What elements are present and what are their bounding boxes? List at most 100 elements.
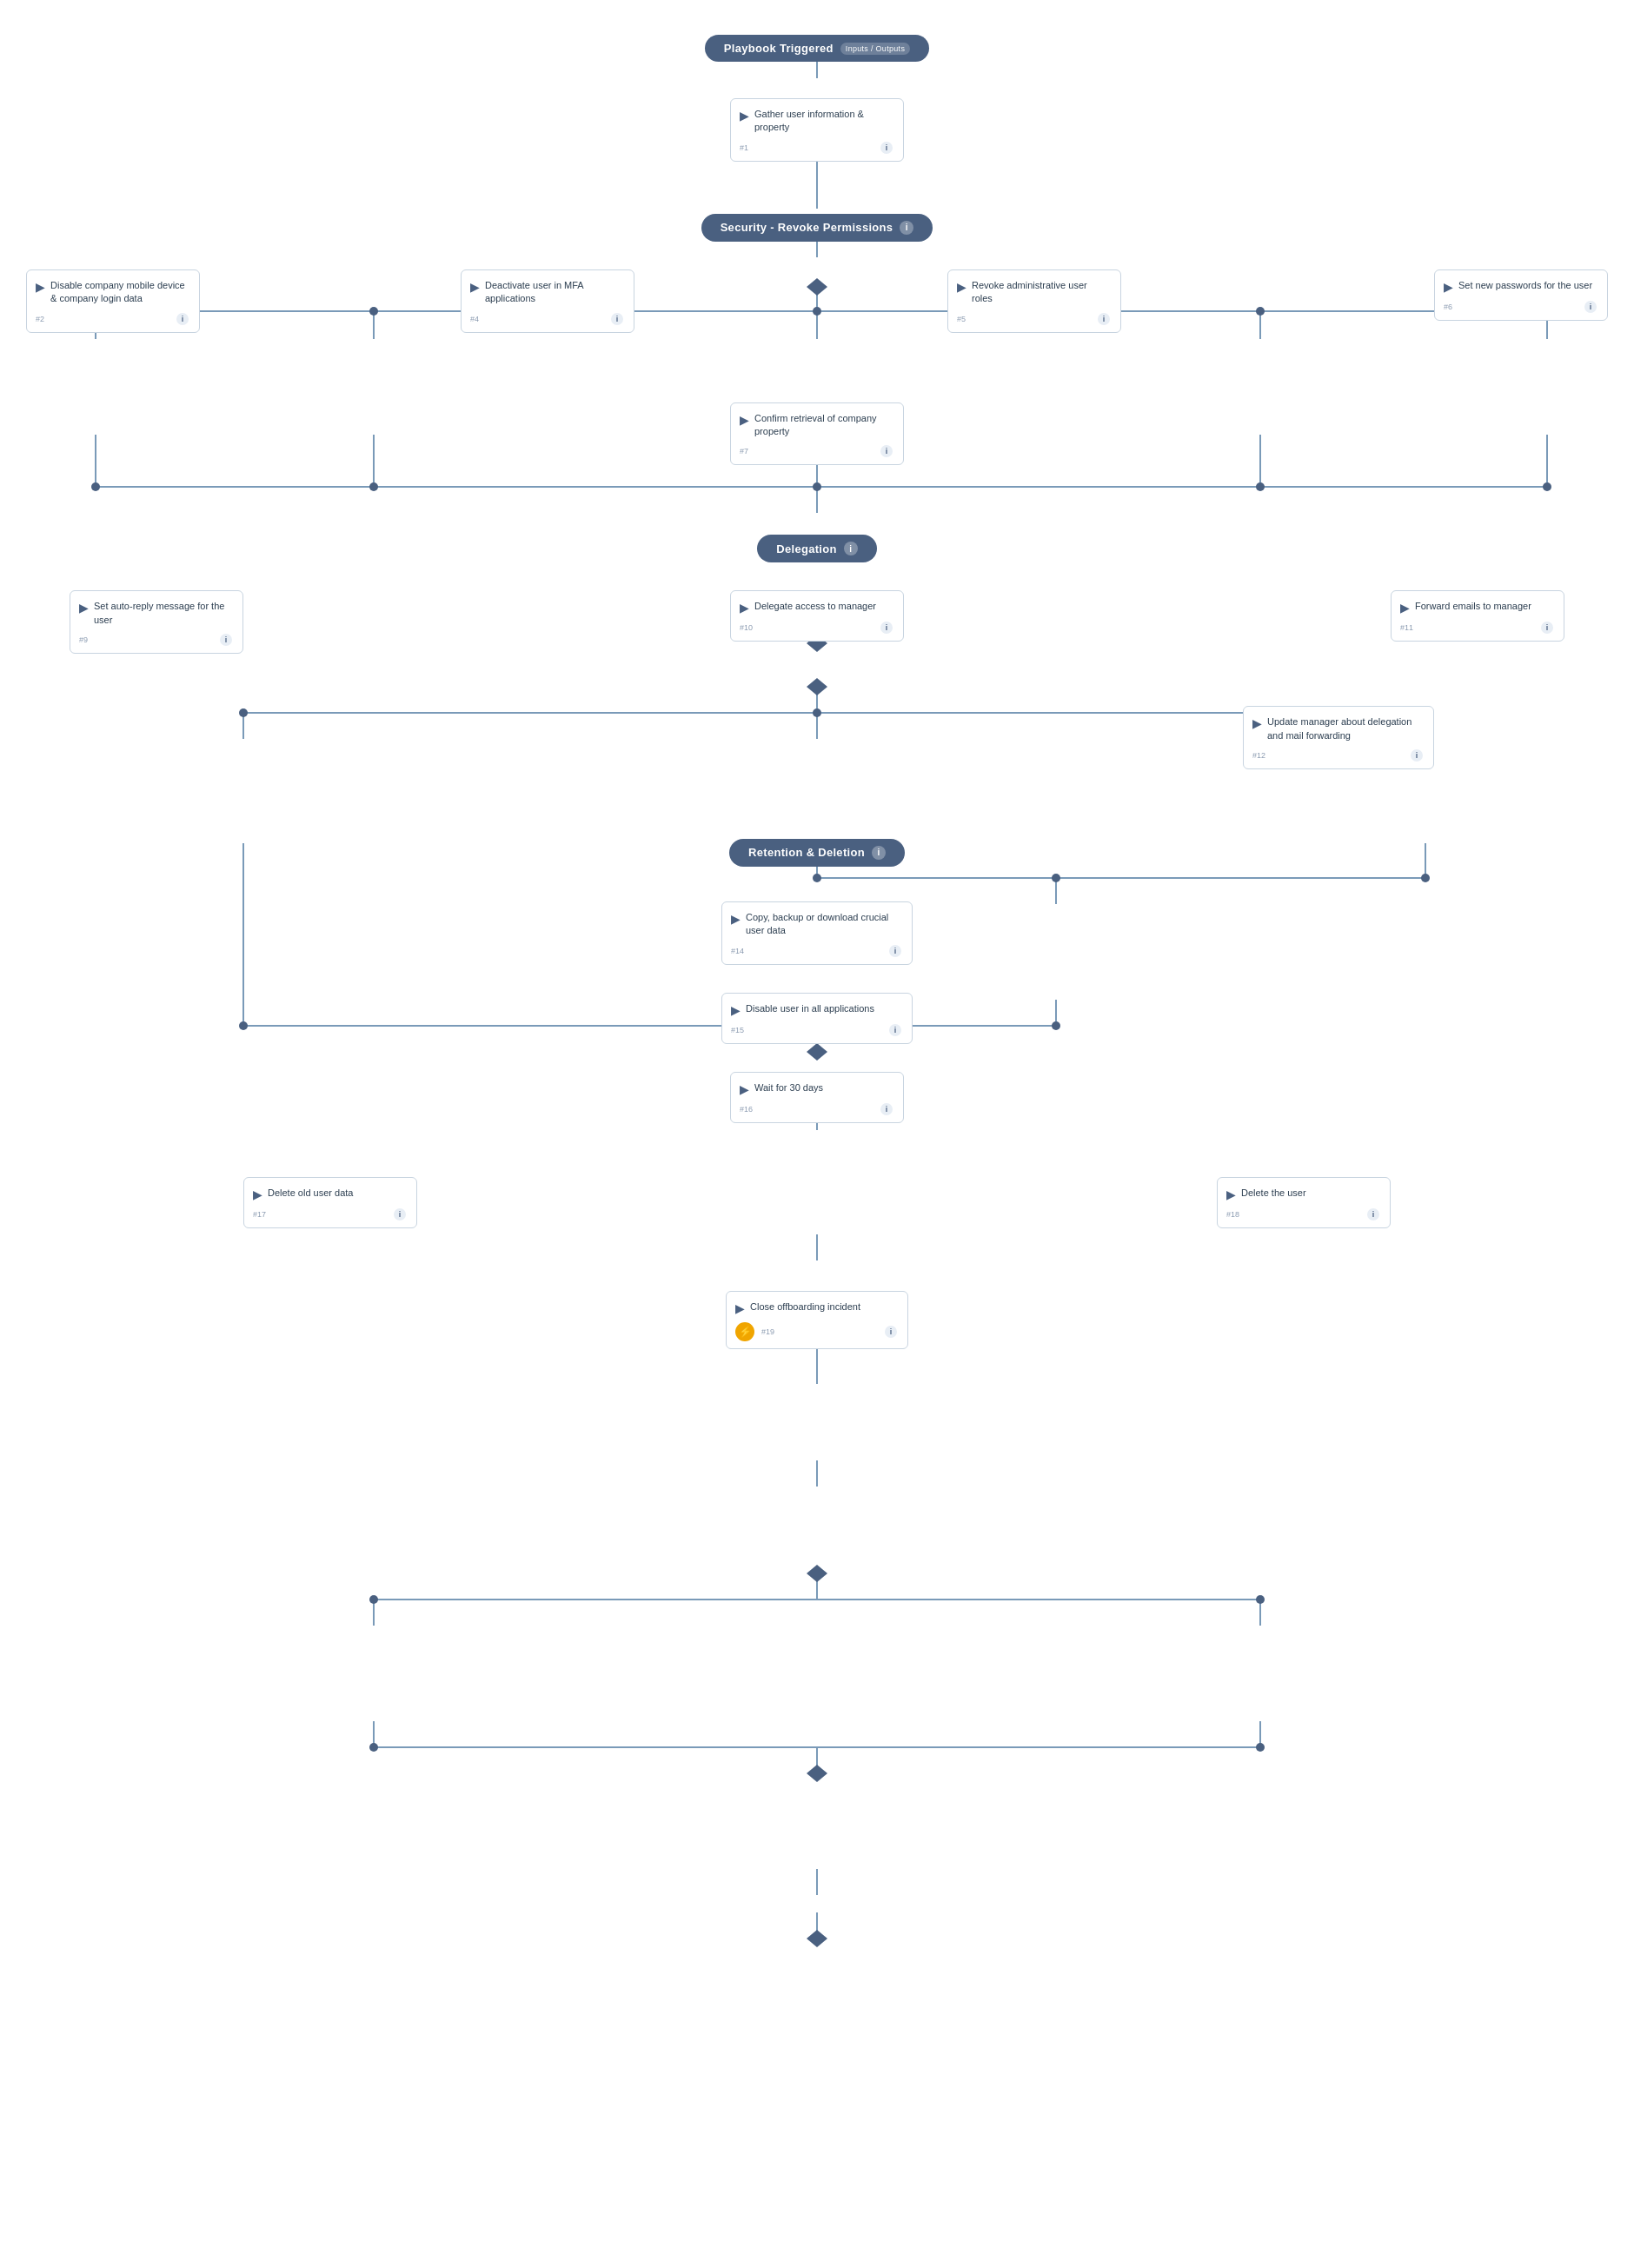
delegation-pill[interactable]: Delegation i: [757, 535, 876, 562]
t16-info[interactable]: i: [885, 1326, 897, 1338]
retention-info-icon[interactable]: i: [872, 846, 886, 860]
t9-num: #11: [1400, 623, 1413, 632]
t7-num: #9: [79, 635, 88, 644]
task-t14[interactable]: ▶ Delete old user data #17 i: [243, 1177, 417, 1228]
security-tasks-row: ▶ Disable company mobile device & compan…: [0, 269, 1634, 333]
task-t12-container: ▶ Disable user in all applications #15 i: [0, 993, 1634, 1044]
security-pill[interactable]: Security - Revoke Permissions i: [701, 214, 933, 242]
t7-info[interactable]: i: [220, 634, 232, 646]
t14-arrow: ▶: [253, 1187, 262, 1201]
trigger-tag: Inputs / Outputs: [840, 43, 910, 55]
t11-arrow: ▶: [731, 912, 741, 926]
svg-point-79: [1256, 1743, 1265, 1752]
svg-point-64: [369, 482, 378, 491]
task-t2[interactable]: ▶ Disable company mobile device & compan…: [26, 269, 200, 333]
t6-info[interactable]: i: [880, 445, 893, 457]
task-t13-container: ▶ Wait for 30 days #16 i: [0, 1072, 1634, 1123]
retention-pill[interactable]: Retention & Deletion i: [729, 839, 905, 867]
delegation-phase: Delegation i: [0, 535, 1634, 562]
t13-info[interactable]: i: [880, 1103, 893, 1115]
task-t16-container: ▶ Close offboarding incident ⚡ #19 i: [0, 1291, 1634, 1349]
delegation-info-icon[interactable]: i: [844, 542, 858, 555]
t15-info[interactable]: i: [1367, 1208, 1379, 1220]
delegation-tasks-row: ▶ Set auto-reply message for the user #9…: [0, 590, 1634, 654]
t3-title: Deactivate user in MFA applications: [485, 279, 623, 306]
task-t8[interactable]: ▶ Delegate access to manager #10 i: [730, 590, 904, 642]
retention-label: Retention & Deletion: [748, 846, 865, 859]
task-t1-container: ▶ Gather user information & property #1 …: [0, 98, 1634, 162]
task-t10-container: ▶ Update manager about delegation and ma…: [0, 706, 1634, 769]
t14-info[interactable]: i: [394, 1208, 406, 1220]
t10-num: #12: [1252, 751, 1265, 760]
svg-marker-52: [807, 1043, 827, 1061]
svg-point-63: [91, 482, 100, 491]
task-t6[interactable]: ▶ Confirm retrieval of company property …: [730, 402, 904, 466]
task-t3[interactable]: ▶ Deactivate user in MFA applications #4…: [461, 269, 634, 333]
t6-num: #7: [740, 447, 748, 456]
task-t13[interactable]: ▶ Wait for 30 days #16 i: [730, 1072, 904, 1123]
svg-point-66: [1256, 482, 1265, 491]
trigger-pill[interactable]: Playbook Triggered Inputs / Outputs: [705, 35, 929, 62]
task-t7[interactable]: ▶ Set auto-reply message for the user #9…: [70, 590, 243, 654]
task-t1-info[interactable]: i: [880, 142, 893, 154]
task-t16[interactable]: ▶ Close offboarding incident ⚡ #19 i: [726, 1291, 908, 1349]
task-arrow-icon: ▶: [740, 109, 749, 123]
svg-point-78: [369, 1743, 378, 1752]
svg-point-73: [1052, 874, 1060, 882]
t16-num: #19: [761, 1327, 774, 1336]
trigger-section: Playbook Triggered Inputs / Outputs: [0, 35, 1634, 62]
t7-arrow: ▶: [79, 601, 89, 615]
task-t11[interactable]: ▶ Copy, backup or download crucial user …: [721, 901, 913, 965]
t8-title: Delegate access to manager: [754, 600, 876, 613]
task-t4[interactable]: ▶ Revoke administrative user roles #5 i: [947, 269, 1121, 333]
security-label: Security - Revoke Permissions: [721, 221, 893, 234]
security-phase: Security - Revoke Permissions i: [0, 214, 1634, 242]
t5-info[interactable]: i: [1584, 301, 1597, 313]
t13-title: Wait for 30 days: [754, 1081, 823, 1094]
t10-title: Update manager about delegation and mail…: [1267, 715, 1423, 742]
t3-num: #4: [470, 315, 479, 323]
t11-info[interactable]: i: [889, 945, 901, 957]
task-t9[interactable]: ▶ Forward emails to manager #11 i: [1391, 590, 1564, 642]
task-t6-container: ▶ Confirm retrieval of company property …: [0, 402, 1634, 466]
t8-info[interactable]: i: [880, 622, 893, 634]
t4-title: Revoke administrative user roles: [972, 279, 1110, 306]
t8-num: #10: [740, 623, 753, 632]
t2-title: Disable company mobile device & company …: [50, 279, 189, 306]
t14-num: #17: [253, 1210, 266, 1219]
task-t5[interactable]: ▶ Set new passwords for the user #6 i: [1434, 269, 1608, 321]
t10-info[interactable]: i: [1411, 749, 1423, 762]
task-t1[interactable]: ▶ Gather user information & property #1 …: [730, 98, 904, 162]
trigger-label: Playbook Triggered: [724, 42, 834, 55]
task-t10[interactable]: ▶ Update manager about delegation and ma…: [1243, 706, 1434, 769]
t5-arrow: ▶: [1444, 280, 1453, 294]
t8-arrow: ▶: [740, 601, 749, 615]
t2-info[interactable]: i: [176, 313, 189, 325]
t2-arrow: ▶: [36, 280, 45, 294]
t16-arrow: ▶: [735, 1301, 745, 1315]
task-t11-container: ▶ Copy, backup or download crucial user …: [0, 901, 1634, 965]
svg-marker-57: [807, 1930, 827, 1947]
svg-point-71: [813, 874, 821, 882]
svg-marker-51: [807, 678, 827, 695]
t6-arrow: ▶: [740, 413, 749, 427]
retention-phase: Retention & Deletion i: [0, 839, 1634, 867]
security-info-icon[interactable]: i: [900, 221, 913, 235]
t9-title: Forward emails to manager: [1415, 600, 1531, 613]
t5-num: #6: [1444, 303, 1452, 311]
svg-marker-54: [807, 1565, 827, 1582]
t5-title: Set new passwords for the user: [1458, 279, 1592, 292]
t3-info[interactable]: i: [611, 313, 623, 325]
t11-title: Copy, backup or download crucial user da…: [746, 911, 901, 938]
lightning-badge: ⚡: [735, 1322, 754, 1341]
t12-info[interactable]: i: [889, 1024, 901, 1036]
task-t12[interactable]: ▶ Disable user in all applications #15 i: [721, 993, 913, 1044]
task-t15[interactable]: ▶ Delete the user #18 i: [1217, 1177, 1391, 1228]
t9-info[interactable]: i: [1541, 622, 1553, 634]
t6-title: Confirm retrieval of company property: [754, 412, 893, 439]
t4-num: #5: [957, 315, 966, 323]
t4-arrow: ▶: [957, 280, 966, 294]
t12-arrow: ▶: [731, 1003, 741, 1017]
t4-info[interactable]: i: [1098, 313, 1110, 325]
svg-point-77: [1256, 1595, 1265, 1604]
